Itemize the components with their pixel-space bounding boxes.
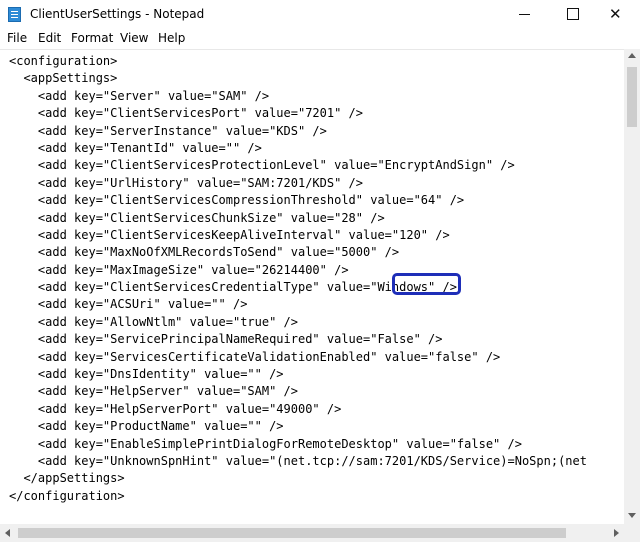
window-title: ClientUserSettings - Notepad [30,7,205,21]
menu-help[interactable]: Help [158,31,185,45]
maximize-button[interactable] [550,0,596,29]
scroll-right-icon[interactable] [614,529,619,537]
text-line: <add key="HelpServerPort" value="49000" … [9,401,342,416]
text-line: <configuration> [9,54,118,68]
text-line: <add key="UnknownSpnHint" value="(net.tc… [9,453,587,468]
menu-edit[interactable]: Edit [38,31,61,45]
text-lines: <configuration> <appSettings> <add key="… [9,53,587,505]
scroll-up-icon[interactable] [628,53,636,58]
text-line: <add key="ProductName" value="" /> [9,419,284,434]
text-line: <add key="ClientServicesCompressionThres… [9,193,465,208]
horizontal-scroll-thumb[interactable] [18,528,566,538]
text-editor[interactable]: <configuration> <appSettings> <add key="… [0,49,624,524]
text-line: <add key="EnableSimplePrintDialogForRemo… [9,436,522,451]
text-line: <add key="ServicePrincipalNameRequired" … [9,332,443,347]
text-line: <add key="TenantId" value="" /> [9,140,262,155]
text-line: <add key="ClientServicesCredentialType" … [9,280,457,295]
text-line: <add key="UrlHistory" value="SAM:7201/KD… [9,175,364,190]
scroll-left-icon[interactable] [5,529,10,537]
highlight-annotation [392,273,461,295]
text-line: <add key="ServerInstance" value="KDS" /> [9,123,327,138]
close-icon: ✕ [609,5,622,23]
text-line: <add key="ClientServicesChunkSize" value… [9,210,385,225]
vertical-scroll-thumb[interactable] [627,67,637,127]
scrollbar-corner [624,524,640,542]
text-line: <add key="ServicesCertificateValidationE… [9,349,501,364]
title-bar[interactable]: ClientUserSettings - Notepad ✕ [0,0,640,29]
maximize-icon [567,8,579,20]
text-line: <add key="ClientServicesProtectionLevel"… [9,158,515,173]
menu-format[interactable]: Format [71,31,113,45]
text-line: <add key="ClientServicesKeepAliveInterva… [9,227,450,242]
menu-bar: File Edit Format View Help [0,29,640,49]
text-line: <add key="MaxImageSize" value="26214400"… [9,262,349,277]
scroll-down-icon[interactable] [628,513,636,518]
text-line: <add key="Server" value="SAM" /> [9,88,270,103]
text-line: </configuration> [9,488,125,503]
notepad-icon [8,7,21,22]
close-button[interactable]: ✕ [596,0,640,29]
text-line: </appSettings> [9,471,125,486]
vertical-scrollbar[interactable] [624,49,640,524]
menu-view[interactable]: View [120,31,148,45]
text-line: <add key="ACSUri" value="" /> [9,297,248,312]
menu-file[interactable]: File [7,31,27,45]
minimize-icon [519,14,530,15]
minimize-button[interactable] [502,0,548,29]
text-line: <add key="ClientServicesPort" value="720… [9,106,364,121]
horizontal-scrollbar[interactable] [0,524,624,542]
text-line: <add key="AllowNtlm" value="true" /> [9,314,298,329]
text-line: <add key="HelpServer" value="SAM" /> [9,384,298,399]
text-line: <appSettings> [9,71,118,86]
text-line: <add key="MaxNoOfXMLRecordsToSend" value… [9,245,400,260]
text-line: <add key="DnsIdentity" value="" /> [9,367,284,382]
